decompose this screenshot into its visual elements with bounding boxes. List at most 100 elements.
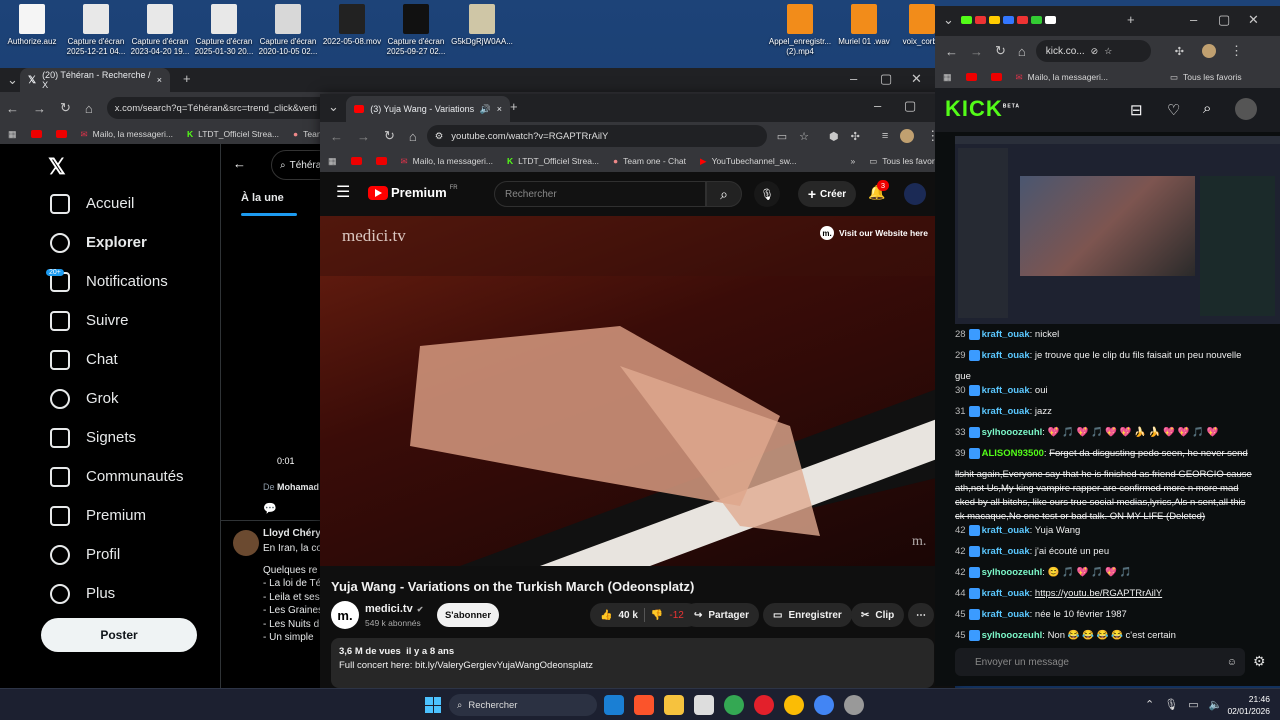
nav-item-person-add[interactable]: Suivre <box>50 301 220 340</box>
visit-website-overlay[interactable]: m. Visit our Website here ✕ <box>820 226 944 240</box>
apps-icon[interactable]: ▦ <box>943 72 952 83</box>
chat-message[interactable]: 39 ALISON93500: Forget da disgusting pedo… <box>955 447 1280 461</box>
bookmark-team-one[interactable]: ● Team one - Chat <box>613 156 686 166</box>
post-button[interactable]: Poster <box>41 618 197 652</box>
nav-item-mail[interactable]: Chat <box>50 340 220 379</box>
chat-message[interactable]: 42 kraft_ouak: j'ai écouté un peu <box>955 545 1280 559</box>
tweet-author[interactable]: Lloyd Chéry <box>263 528 321 539</box>
chat-message[interactable]: 42 kraft_ouak: Yuja Wang <box>955 524 1280 538</box>
chat-message[interactable]: 45 sylhooozeuhl: Non 😂 😂 😂 😂 c'est certai… <box>955 629 1280 642</box>
new-tab-button[interactable]: + <box>1127 12 1135 27</box>
youtube-bookmark-icon[interactable] <box>55 130 67 138</box>
back-icon[interactable]: ← <box>6 101 19 116</box>
nav-item-x[interactable]: Premium <box>50 496 220 535</box>
minimize-button[interactable]: – <box>850 71 857 86</box>
chat-message[interactable]: ck macaque,No one test or bad talk. ON M… <box>955 510 1280 524</box>
taskbar-search[interactable]: ⌕ Rechercher <box>449 694 597 716</box>
bookmarks-overflow-icon[interactable]: » <box>850 156 855 166</box>
save-button[interactable]: ▭ Enregistrer <box>763 603 852 627</box>
bookmark-mailo[interactable]: ✉ Mailo, la messageri... <box>401 156 493 167</box>
create-button[interactable]: + Créer <box>798 181 856 207</box>
desktop-icon[interactable]: 2022-05-08.mov <box>320 4 384 47</box>
chat-username[interactable]: kraft_ouak <box>982 609 1030 620</box>
edge-icon[interactable] <box>604 695 624 715</box>
reload-icon[interactable]: ↻ <box>384 128 395 144</box>
chrome-profile-icon[interactable] <box>814 695 834 715</box>
close-button[interactable]: ✕ <box>1248 12 1259 28</box>
youtube-bookmark-icon[interactable] <box>990 73 1002 81</box>
desktop-icon[interactable]: Capture d'écran 2025-12-21 04... <box>64 4 128 57</box>
windows-start-icon[interactable] <box>425 697 441 713</box>
microphone-icon[interactable]: 🎙 <box>754 181 780 207</box>
chat-username[interactable]: sylhooozeuhl <box>982 630 1043 641</box>
chat-message[interactable]: 30 kraft_ouak: oui <box>955 384 1280 398</box>
channel-name[interactable]: medici.tv <box>365 603 413 615</box>
chat-message[interactable]: 33 sylhooozeuhl: 💖 🎵 💖 🎵 💖 💖 🍌 🍌 💖 💖 🎵 💖 <box>955 426 1280 440</box>
home-icon[interactable]: ⌂ <box>1018 44 1026 59</box>
system-tray[interactable]: ⌃ 🎙 ▭ 🔈 <box>1145 698 1222 711</box>
star-icon[interactable]: ☆ <box>1104 46 1112 57</box>
chat-username[interactable]: kraft_ouak <box>982 329 1030 340</box>
back-icon[interactable]: ← <box>330 129 343 144</box>
message-input[interactable]: Envoyer un message ☺ <box>955 648 1245 676</box>
bookmark-all-folders[interactable]: ▭ Tous les favoris <box>869 156 941 167</box>
close-button[interactable]: ✕ <box>911 71 922 87</box>
extension-icon[interactable]: ✣ <box>1175 45 1184 58</box>
thumbs-up-icon[interactable]: 👍 <box>600 610 612 621</box>
speaker-icon[interactable]: 🔊 <box>480 104 491 115</box>
maximize-button[interactable]: ▢ <box>880 71 892 87</box>
bookmark-mailo[interactable]: ✉ Mailo, la messageri... <box>1016 72 1108 83</box>
chat-username[interactable]: kraft_ouak <box>982 525 1030 536</box>
like-dislike-button[interactable]: 👍 40 k 👎 -123 <box>590 603 700 627</box>
chat-username[interactable]: sylhooozeuhl <box>982 427 1043 438</box>
reply-icon[interactable]: 💬 <box>263 502 277 515</box>
profile-avatar[interactable] <box>1201 44 1216 58</box>
bookmark-mailo[interactable]: ✉ Mailo, la messageri... <box>81 129 173 140</box>
desktop-icon[interactable]: Capture d'écran 2023-04-20 19... <box>128 4 192 57</box>
chat-message[interactable]: 45 kraft_ouak: née le 10 février 1987 <box>955 608 1280 622</box>
bookmark-all-folders[interactable]: ▭ Tous les favoris <box>1170 72 1242 83</box>
subscribe-button[interactable]: S'abonner <box>437 603 499 627</box>
nav-item-bell[interactable]: 20+ Notifications <box>46 262 220 301</box>
minimize-button[interactable]: – <box>874 98 881 113</box>
bookmark-ltdt[interactable]: K LTDT_Officiel Strea... <box>507 156 599 166</box>
maximize-button[interactable]: ▢ <box>1218 12 1230 28</box>
extension-icon[interactable]: ⬢ <box>829 130 839 143</box>
tab-favicons[interactable] <box>961 16 1056 24</box>
youtube-bookmark-icon[interactable] <box>375 157 387 165</box>
profile-avatar[interactable] <box>900 129 915 143</box>
chrome-active-icon[interactable] <box>784 695 804 715</box>
tab-list-button[interactable]: ⌄ <box>328 99 339 115</box>
chat-message[interactable]: 28 kraft_ouak: nickel <box>955 328 1280 342</box>
tab-list-button[interactable]: ⌄ <box>7 72 18 88</box>
star-icon[interactable]: ☆ <box>799 130 809 143</box>
desktop-icon[interactable]: Muriel 01 .wav <box>832 4 896 47</box>
stream-video[interactable] <box>955 136 1280 324</box>
desktop-icon[interactable]: G5kDgRjW0AA... <box>450 4 514 47</box>
chrome-icon[interactable] <box>724 695 744 715</box>
media-icon[interactable]: ≡ <box>882 130 888 142</box>
nav-item-more[interactable]: Plus <box>50 574 220 613</box>
inbox-icon[interactable]: ⊟ <box>1130 101 1143 119</box>
clip-button[interactable]: ✂ Clip <box>851 603 905 627</box>
share-button[interactable]: ↪ Partager <box>684 603 759 627</box>
chat-username[interactable]: ALISON93500 <box>982 448 1044 459</box>
tab-x-search[interactable]: 𝕏 (20) Téhéran - Recherche / X × <box>20 68 170 92</box>
nav-item-profile[interactable]: Profil <box>50 535 220 574</box>
home-icon[interactable]: ⌂ <box>85 101 93 116</box>
close-icon[interactable]: × <box>497 104 502 114</box>
search-button[interactable]: ⌕ <box>706 181 742 207</box>
clock[interactable]: 21:46 02/01/2026 <box>1226 693 1270 717</box>
reload-icon[interactable]: ↻ <box>60 100 71 116</box>
file-explorer-icon[interactable] <box>664 695 684 715</box>
nav-item-bookmark[interactable]: Signets <box>50 418 220 457</box>
account-avatar[interactable] <box>904 183 926 205</box>
forward-icon[interactable]: → <box>357 129 370 144</box>
apps-icon[interactable]: ▦ <box>8 129 17 140</box>
emoji-icon[interactable]: ☺ <box>1227 657 1237 668</box>
address-bar[interactable]: kick.co... ⊘ ☆ <box>1035 40 1151 62</box>
chat-username[interactable]: sylhooozeuhl <box>982 567 1043 578</box>
description-box[interactable]: 3,6 M de vues il y a 8 ans Full concert … <box>331 638 934 688</box>
more-actions-button[interactable]: ⋯ <box>908 603 934 627</box>
puzzle-icon[interactable]: ✣ <box>851 130 860 143</box>
